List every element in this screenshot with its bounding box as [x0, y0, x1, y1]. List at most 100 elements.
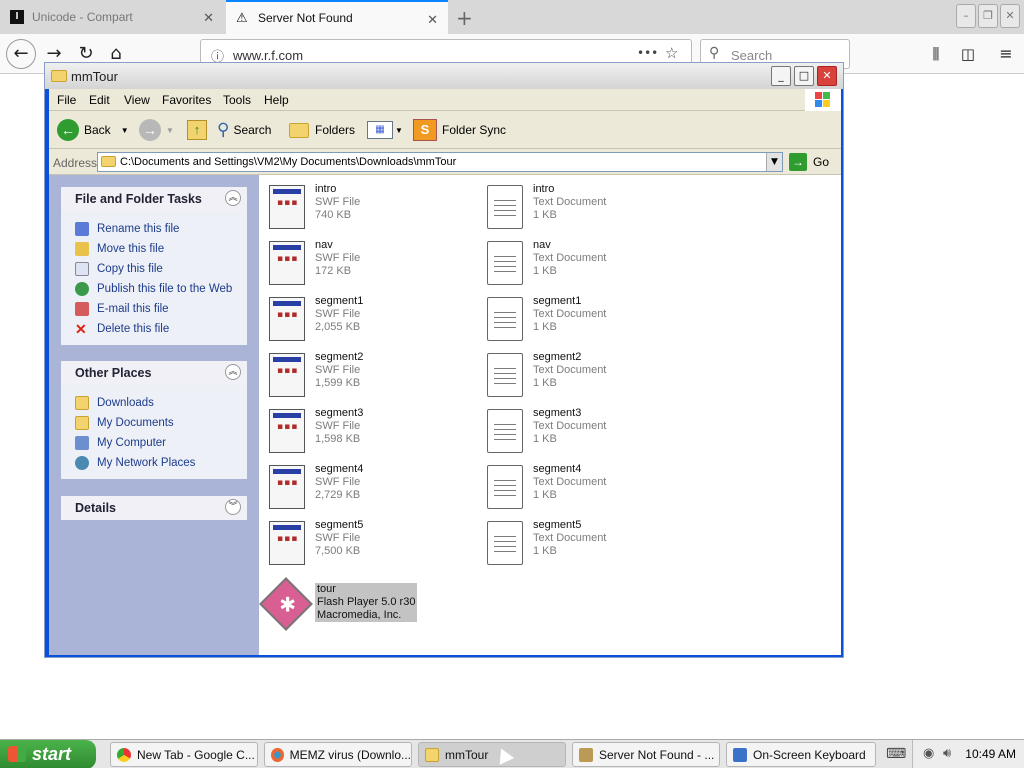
file-item[interactable]: nav Text Document 1 KB	[487, 239, 687, 289]
keyboard-tray-icon[interactable]: ⌨	[886, 746, 906, 762]
menu-file[interactable]: File	[57, 93, 76, 107]
file-item[interactable]: segment4 Text Document 1 KB	[487, 463, 687, 513]
file-item[interactable]: segment1 Text Document 1 KB	[487, 295, 687, 345]
bookmark-star-icon[interactable]: ☆	[665, 44, 678, 62]
panel-header[interactable]: File and Folder Tasks ︽	[61, 187, 247, 211]
back-button[interactable]: ← Back ▼	[57, 117, 129, 143]
restore-browser-button[interactable]: ❐	[978, 4, 998, 28]
file-item[interactable]: intro Text Document 1 KB	[487, 183, 687, 233]
library-icon[interactable]: ⫼	[924, 42, 948, 66]
explorer-title-bar[interactable]: mmTour _ □ ✕	[45, 63, 843, 89]
flash-player-icon	[259, 577, 313, 631]
tab-title: Unicode - Compart	[32, 10, 133, 24]
menu-edit[interactable]: Edit	[89, 93, 110, 107]
file-name: nav	[315, 239, 333, 251]
file-name: segment5	[315, 519, 364, 531]
file-item[interactable]: segment2 Text Document 1 KB	[487, 351, 687, 401]
back-button[interactable]: ←	[6, 39, 36, 69]
security-icon[interactable]: ◉	[923, 746, 934, 761]
close-browser-button[interactable]: ✕	[1000, 4, 1020, 28]
explorer-body: File and Folder Tasks ︽ Rename this file…	[49, 175, 841, 655]
collapse-icon[interactable]: ︽	[225, 364, 241, 380]
taskbar-button-server-not-found[interactable]: Server Not Found - ...	[572, 742, 720, 767]
file-size: 2,729 KB	[315, 489, 361, 501]
tab-unicode-compart[interactable]: I Unicode - Compart ✕	[0, 0, 224, 34]
chevron-down-icon: ▼	[166, 125, 174, 135]
place-downloads[interactable]: Downloads	[75, 393, 247, 413]
folder-sync-button[interactable]: S Folder Sync	[413, 117, 506, 143]
up-folder-icon: ↑	[187, 120, 207, 140]
file-item[interactable]: navSWF File172 KB	[269, 239, 469, 289]
swf-file-icon	[269, 297, 305, 341]
collapse-icon[interactable]: ︽	[225, 190, 241, 206]
taskbar-button-chrome[interactable]: New Tab - Google C...	[110, 742, 258, 767]
panel-header[interactable]: Other Places ︽	[61, 361, 247, 385]
menu-help[interactable]: Help	[264, 93, 289, 107]
sidebar-icon[interactable]: ◫	[956, 42, 980, 66]
clock: 10:49 AM	[965, 747, 1016, 761]
go-button[interactable]: → Go	[789, 152, 829, 172]
file-type: Text Document	[533, 308, 607, 320]
file-size: 1,598 KB	[315, 433, 361, 445]
task-copy[interactable]: Copy this file	[75, 259, 247, 279]
panel-header[interactable]: Details ︾	[61, 496, 247, 520]
folder-icon	[101, 156, 116, 167]
taskbar-button-memz[interactable]: MEMZ virus (Downlo...	[264, 742, 412, 767]
my-documents-icon	[75, 416, 89, 430]
start-label: start	[32, 744, 72, 764]
close-tab-icon[interactable]: ✕	[427, 12, 438, 28]
minimize-browser-button[interactable]: –	[956, 4, 976, 28]
task-move[interactable]: Move this file	[75, 239, 247, 259]
menu-hamburger-icon[interactable]: ≡	[994, 42, 1018, 66]
file-size: 2,055 KB	[315, 321, 361, 333]
page-actions-button[interactable]: •••	[637, 46, 658, 60]
start-button[interactable]: start	[0, 740, 96, 768]
task-rename[interactable]: Rename this file	[75, 219, 247, 239]
file-item[interactable]: segment4SWF File2,729 KB	[269, 463, 469, 513]
close-tab-icon[interactable]: ✕	[203, 10, 214, 26]
file-item[interactable]: segment1SWF File2,055 KB	[269, 295, 469, 345]
volume-icon[interactable]: 🔊︎	[943, 746, 951, 761]
close-button[interactable]: ✕	[817, 66, 837, 86]
expand-icon[interactable]: ︾	[225, 499, 241, 515]
file-name: tour	[317, 583, 336, 595]
forward-button[interactable]: → ▼	[139, 117, 174, 143]
file-item[interactable]: segment3 Text Document 1 KB	[487, 407, 687, 457]
search-button[interactable]: ⚲ Search	[217, 117, 271, 143]
file-type: Text Document	[533, 532, 607, 544]
place-my-computer[interactable]: My Computer	[75, 433, 247, 453]
taskbar-button-osk[interactable]: On-Screen Keyboard	[726, 742, 876, 767]
new-tab-button[interactable]: +	[456, 6, 473, 30]
up-folder-button[interactable]: ↑	[187, 117, 207, 143]
views-button[interactable]: ▦ ▼	[367, 117, 403, 143]
address-field[interactable]: C:\Documents and Settings\VM2\My Documen…	[97, 152, 783, 172]
file-size: 1 KB	[533, 265, 557, 277]
file-item[interactable]: segment5 Text Document 1 KB	[487, 519, 687, 569]
go-label: Go	[813, 155, 830, 169]
folders-button[interactable]: Folders	[289, 117, 355, 143]
place-my-network-places[interactable]: My Network Places	[75, 453, 247, 473]
address-dropdown-icon[interactable]: ▼	[766, 153, 782, 171]
tab-server-not-found[interactable]: ⚠ Server Not Found ✕	[226, 0, 448, 34]
task-email[interactable]: E-mail this file	[75, 299, 247, 319]
file-item[interactable]: segment2SWF File1,599 KB	[269, 351, 469, 401]
menu-favorites[interactable]: Favorites	[162, 93, 211, 107]
menu-view[interactable]: View	[124, 93, 150, 107]
search-icon: ⚲	[709, 45, 720, 61]
file-size: 1,599 KB	[315, 377, 361, 389]
file-item[interactable]: segment3SWF File1,598 KB	[269, 407, 469, 457]
maximize-button[interactable]: □	[794, 66, 814, 86]
minimize-button[interactable]: _	[771, 66, 791, 86]
task-delete[interactable]: ✕ Delete this file	[75, 319, 247, 339]
taskbar-button-mmtour[interactable]: mmTour	[418, 742, 566, 767]
browser-icon	[579, 747, 593, 762]
explorer-toolbar: ← Back ▼ → ▼ ↑ ⚲ Search Folders ▦ ▼ S Fo…	[49, 111, 841, 149]
file-item[interactable]: segment5SWF File7,500 KB	[269, 519, 469, 569]
menu-tools[interactable]: Tools	[223, 93, 251, 107]
file-item-selected[interactable]: tour Flash Player 5.0 r30 Macromedia, In…	[259, 577, 423, 635]
file-size: 1 KB	[533, 545, 557, 557]
file-item[interactable]: introSWF File740 KB	[269, 183, 469, 233]
file-type: Text Document	[533, 476, 607, 488]
task-publish[interactable]: Publish this file to the Web	[75, 279, 247, 299]
place-my-documents[interactable]: My Documents	[75, 413, 247, 433]
